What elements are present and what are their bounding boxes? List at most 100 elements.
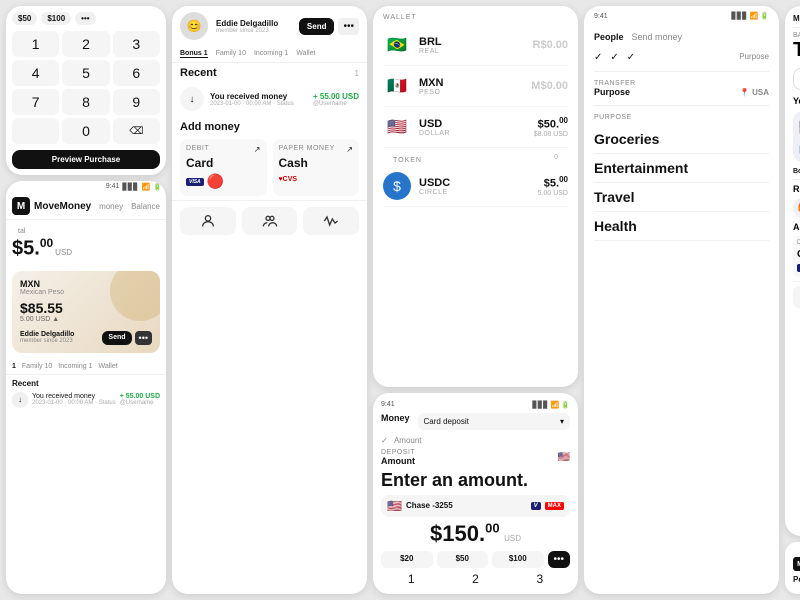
key-4[interactable]: 4 xyxy=(12,60,59,86)
key-7[interactable]: 7 xyxy=(12,89,59,115)
cvs-badge: ♥CVS xyxy=(279,176,298,183)
rp-balance-section: BALANCE Total $0 xyxy=(793,32,800,62)
key-0[interactable]: 0 xyxy=(62,118,109,144)
recent-amount-col: + 55.00 USD @Username xyxy=(120,393,160,406)
rf-amount-col: + 55.00 USD @Username xyxy=(313,92,359,107)
bp-logo-row: M MoveMoney xyxy=(793,557,800,571)
brl-info: BRL REAL xyxy=(419,36,525,55)
tab-family[interactable]: Family 10 xyxy=(22,363,52,370)
column-5: Money Balance BALANCE Total $0 Withdraw … xyxy=(785,6,800,594)
wallet-tabs: Bonus 1 Family 10 Incoming 1 Wallet xyxy=(172,46,367,63)
rp-tab2-bonus[interactable]: Bonus 1 xyxy=(793,168,800,175)
key-3[interactable]: 3 xyxy=(113,31,160,57)
tab-incoming[interactable]: Incoming 1 xyxy=(58,363,92,370)
num-1[interactable]: 1 xyxy=(381,572,441,586)
key-5[interactable]: 5 xyxy=(62,60,109,86)
send-button[interactable]: Send xyxy=(102,331,131,345)
people-send-tabs: People Send money xyxy=(584,26,779,48)
transfer-label: TRANSFER xyxy=(594,80,769,87)
nav-money[interactable]: money xyxy=(99,202,123,211)
withdraw-button[interactable]: Withdraw xyxy=(793,68,800,90)
amount-chip-100[interactable]: $100 xyxy=(41,12,71,25)
usd-sub: $8.08 USD xyxy=(534,131,568,138)
tab-1[interactable]: 1 xyxy=(12,363,16,370)
balance-currency: USD xyxy=(55,248,72,257)
tab-bonus[interactable]: Bonus 1 xyxy=(180,50,208,58)
rp-debit-opt[interactable]: DEBIT ↗ Card VISA 🔴 xyxy=(793,236,800,277)
recent-date: 2023-01-00 · 00:00 AM · Status xyxy=(32,400,116,406)
big-amount: Enter an amount. xyxy=(381,470,570,491)
debit-type: DEBIT xyxy=(186,145,209,154)
tab-money[interactable]: Money xyxy=(381,413,410,430)
bp-tab-people[interactable]: People xyxy=(793,575,800,584)
group-icon-btn[interactable] xyxy=(242,207,298,235)
person-icon xyxy=(200,213,216,229)
tab-wallet[interactable]: Wallet xyxy=(296,50,315,58)
key-9[interactable]: 9 xyxy=(113,89,160,115)
more-dots[interactable]: ••• xyxy=(75,12,95,25)
quick-50[interactable]: $50 xyxy=(437,551,489,568)
tab-incoming[interactable]: Incoming 1 xyxy=(254,50,288,58)
quick-20[interactable]: $20 xyxy=(381,551,433,568)
purpose-entertainment[interactable]: Entertainment xyxy=(594,154,769,183)
amount-chip-50[interactable]: $50 xyxy=(12,12,37,25)
tab-people[interactable]: People xyxy=(594,32,624,42)
key-delete[interactable]: ⌫ xyxy=(113,118,160,144)
deposit-battery: 🔋 xyxy=(561,401,570,409)
num-2[interactable]: 2 xyxy=(445,572,505,586)
activity-icon-btn[interactable] xyxy=(303,207,359,235)
key-8[interactable]: 8 xyxy=(62,89,109,115)
mastercard-icon: 🔴 xyxy=(207,173,224,190)
header-username: Eddie Delgadillo xyxy=(216,19,278,28)
recent-title: Recent xyxy=(180,67,217,79)
brl-amount: R$0.00 xyxy=(533,39,568,51)
user-info: Eddie Delgadillo member since 2023 xyxy=(20,331,74,344)
quick-more[interactable]: ••• xyxy=(548,551,571,568)
rf-icon: ↓ xyxy=(180,87,204,111)
rf-date: 2023-01-00 · 00:00 AM · Status xyxy=(210,101,307,107)
bp-tabs: People Send money xyxy=(793,571,800,588)
tab-wallet[interactable]: Wallet xyxy=(99,363,118,370)
usdc-amount: $5.00 5.00 USD xyxy=(538,175,568,197)
cash-option[interactable]: PAPER MONEY ↗ Cash ♥CVS xyxy=(273,139,360,196)
nav-balance[interactable]: Balance xyxy=(131,202,160,211)
currency-brl[interactable]: 🇧🇷 BRL REAL R$0.00 xyxy=(383,25,568,66)
debit-card-option[interactable]: DEBIT ↗ Card VISA 🔴 xyxy=(180,139,267,196)
deposit-section: DEPOSIT Amount 🇺🇸 xyxy=(381,449,570,466)
key-6[interactable]: 6 xyxy=(113,60,160,86)
checkmarks-row: ✓ ✓ ✓ Purpose xyxy=(584,48,779,67)
key-2[interactable]: 2 xyxy=(62,31,109,57)
more-dots-btn[interactable]: ••• xyxy=(338,18,359,35)
purpose-health[interactable]: Health xyxy=(594,212,769,241)
card-deposit-dropdown[interactable]: Card deposit ▾ xyxy=(418,413,570,430)
money-tab-row: Money Card deposit ▾ xyxy=(381,413,570,430)
debit-title: Card xyxy=(186,156,261,170)
currency-usdc[interactable]: $ USDC CIRCLE $5.00 5.00 USD xyxy=(383,166,568,207)
card-select-row[interactable]: 🇺🇸 Chase -3255 V MAX xyxy=(381,495,570,517)
preview-purchase-button[interactable]: Preview Purchase xyxy=(12,150,160,169)
purpose-list-section: PURPOSE Groceries Entertainment Travel H… xyxy=(584,110,779,245)
action-icons xyxy=(172,200,367,241)
currency-usd[interactable]: 🇺🇸 USD DOLLAR $50.00 $8.08 USD xyxy=(383,107,568,148)
quick-100[interactable]: $100 xyxy=(492,551,544,568)
paper-icon: ↗ xyxy=(346,145,353,154)
tab-family[interactable]: Family 10 xyxy=(216,50,246,58)
usdc-sub: 5.00 USD xyxy=(538,190,568,197)
more-button[interactable]: ••• xyxy=(135,331,152,345)
tab-send-money[interactable]: Send money xyxy=(632,32,683,42)
purpose-groceries[interactable]: Groceries xyxy=(594,125,769,154)
rp-person-icon[interactable] xyxy=(793,286,800,308)
app-logo: M xyxy=(12,197,30,215)
currency-mxn[interactable]: 🇲🇽 MXN PESO M$0.00 xyxy=(383,66,568,107)
rp-tab-money[interactable]: Money xyxy=(793,14,800,23)
bp-status: 9:41 ▊▊▊ 📶 🔋 xyxy=(793,548,800,555)
big-amount-display: Enter an amount. xyxy=(381,470,570,491)
debit-icon: ↗ xyxy=(254,145,261,154)
send-button-top[interactable]: Send xyxy=(299,18,335,35)
num-3[interactable]: 3 xyxy=(510,572,570,586)
purpose-travel[interactable]: Travel xyxy=(594,183,769,212)
currency-list: 🇧🇷 BRL REAL R$0.00 🇲🇽 MXN PESO M$0.00 xyxy=(373,25,578,207)
person-icon-btn[interactable] xyxy=(180,207,236,235)
key-1[interactable]: 1 xyxy=(12,31,59,57)
recent-user: @Username xyxy=(120,400,160,406)
